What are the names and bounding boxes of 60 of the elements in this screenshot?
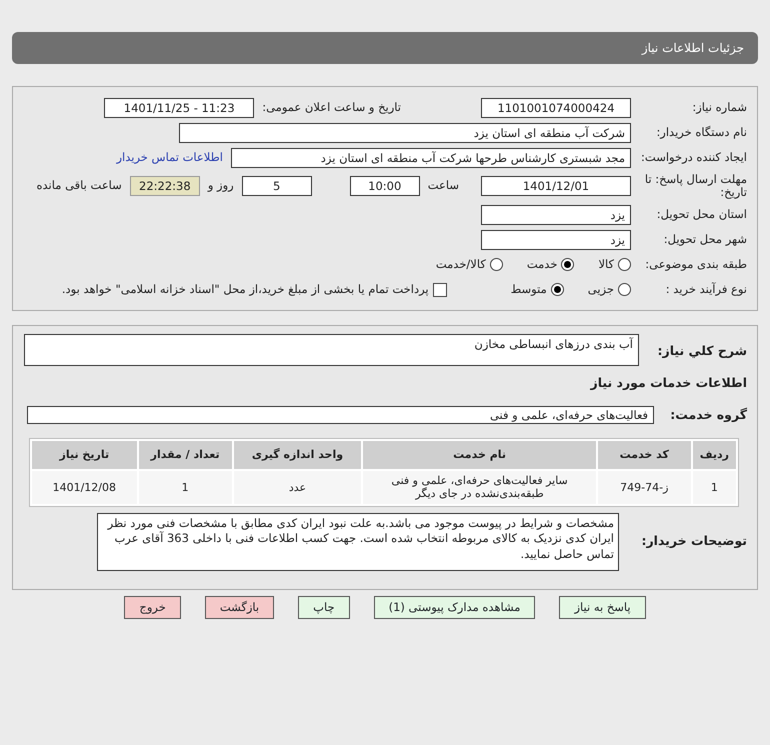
back-button[interactable]: بازگشت xyxy=(204,596,274,619)
action-button[interactable]: پاسخ به نیاز xyxy=(559,596,646,619)
field-label: مهلت ارسال پاسخ: تا تاریخ: xyxy=(644,172,747,200)
buyer-notes-field[interactable]: مشخصات و شرایط در پیوست موجود می باشد.به علت نبود ایران کدی مطابق با مشخصات فنی مورد نظر ایران کدی نزدیک به کالای مربوطه انتخاب شده است. جهت کسب اطلاعات فنی با داخلی 363 آقای عرب تماس حاصل نمایید. xyxy=(97,512,619,571)
field-label: نام دستگاه خریدار: xyxy=(655,124,747,141)
column-header: ردیف xyxy=(692,440,736,470)
table-cell: عدد xyxy=(234,471,362,504)
deadline-date-field[interactable]: 1401/12/01 xyxy=(481,176,631,196)
radio-button[interactable] xyxy=(618,283,631,296)
exit-button[interactable]: خروج xyxy=(124,596,181,619)
contact-link[interactable]: اطلاعات تماس خریدار xyxy=(116,148,223,166)
radio-button[interactable] xyxy=(550,283,564,296)
option-label: کالا/خدمت xyxy=(436,256,486,273)
table-cell: 1 xyxy=(138,471,232,504)
field-label: تاریخ و ساعت اعلان عمومی: xyxy=(262,98,401,116)
table-cell: 1401/12/08 xyxy=(32,471,137,504)
city-field[interactable]: یزد xyxy=(481,230,631,250)
field-label: ساعت باقی مانده xyxy=(36,177,122,194)
action-button[interactable]: مشاهده مدارک پیوستی (1) xyxy=(374,596,536,619)
announce-date-field[interactable]: 1401/11/25 - 11:23 xyxy=(104,98,254,118)
radio-button[interactable] xyxy=(561,258,574,271)
action-button[interactable]: چاپ xyxy=(298,596,350,619)
field-label: شرح کلي نياز: xyxy=(656,342,747,360)
column-header: کد خدمت xyxy=(598,440,691,470)
field-label: روز و xyxy=(208,177,234,194)
requester-field[interactable]: مجد شبستری کارشناس طرحها شرکت آب منطقه ای استان یزد xyxy=(231,148,631,168)
field-label: گروه خدمت: xyxy=(669,406,747,424)
option-label: متوسط xyxy=(510,280,547,298)
checkbox[interactable] xyxy=(432,282,447,296)
deadline-time-field[interactable]: 10:00 xyxy=(350,176,420,196)
field-label: استان محل تحویل: xyxy=(656,206,747,223)
column-header: واحد اندازه گیری xyxy=(234,440,362,470)
table-cell: سایر فعالیت‌های حرفه‌ای، علمی و فنی طبقه‌بندی‌نشده در جای دیگر xyxy=(363,471,596,504)
service-group-field[interactable]: فعالیت‌های حرفه‌ای، علمی و فنی xyxy=(27,406,654,424)
radio-button[interactable] xyxy=(490,258,503,271)
column-header: تعداد / مقدار xyxy=(138,440,232,470)
table-cell: ز-74-749 xyxy=(598,471,691,504)
section-heading: اطلاعات خدمات مورد نیاز xyxy=(589,374,747,392)
need-number-field[interactable]: 1101001074000424 xyxy=(481,98,631,118)
page-title: جزئیات اطلاعات نیاز xyxy=(12,32,758,64)
field-label: ایجاد کننده درخواست: xyxy=(640,148,747,166)
field-label: ساعت xyxy=(428,177,459,194)
field-label: توضیحات خریدار: xyxy=(640,532,747,550)
buyer-org-field[interactable]: شرکت آب منطقه ای استان یزد xyxy=(179,122,631,142)
summary-field[interactable]: آب بندی درزهای انبساطی مخازن xyxy=(24,334,639,366)
province-field[interactable]: یزد xyxy=(481,204,631,224)
option-label: کالا xyxy=(598,256,614,273)
remaining-time-field[interactable]: 22:22:38 xyxy=(130,176,200,196)
column-header: تاریخ نیاز xyxy=(32,440,137,470)
days-field[interactable]: 5 xyxy=(242,176,312,196)
field-label: شماره نیاز: xyxy=(691,98,747,116)
field-label: نوع فرآیند خرید : xyxy=(664,280,747,298)
option-label: خدمت xyxy=(526,256,558,273)
table-cell: 1 xyxy=(692,471,736,504)
field-label: شهر محل تحویل: xyxy=(662,230,747,248)
radio-button[interactable] xyxy=(618,258,631,271)
column-header: نام خدمت xyxy=(363,440,596,470)
checkbox-label: پرداخت تمام یا بخشی از مبلغ خرید،از محل "اسناد خزانه اسلامی" خواهد بود. xyxy=(62,280,429,298)
field-label: طبقه بندی موضوعی: xyxy=(644,256,747,273)
option-label: جزیی xyxy=(588,280,614,298)
